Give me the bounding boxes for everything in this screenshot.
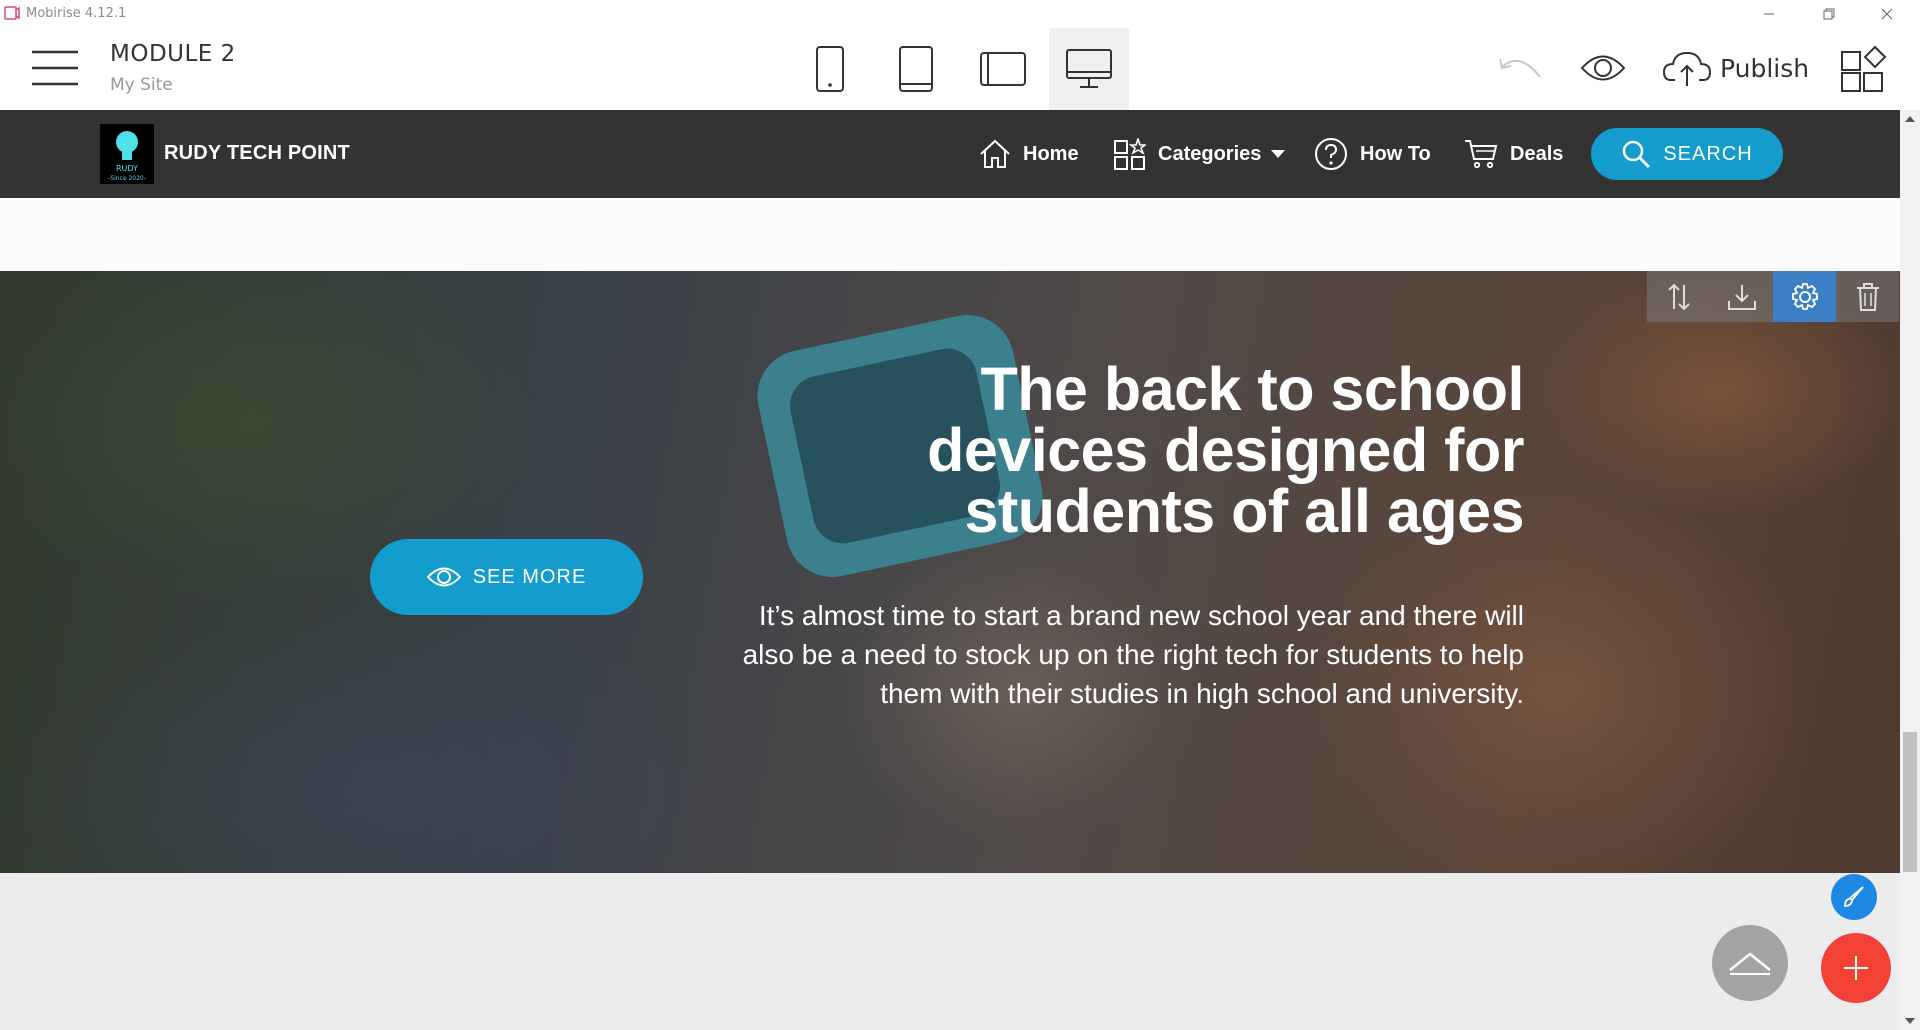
section-settings-button[interactable] [1773, 271, 1836, 322]
help-circle-icon [1315, 138, 1347, 170]
close-button[interactable] [1864, 0, 1910, 28]
preview-button[interactable] [1578, 48, 1628, 88]
move-updown-icon [1667, 283, 1690, 310]
phone-view-button[interactable] [790, 28, 870, 110]
publish-button[interactable] [1662, 48, 1712, 88]
window-titlebar: Mobirise 4.12.1 [0, 0, 1920, 28]
categories-icon [1114, 138, 1146, 170]
download-icon [1727, 284, 1756, 310]
scroll-up-arrow-icon[interactable] [1904, 114, 1916, 124]
restore-icon [1823, 8, 1835, 20]
hero-text[interactable]: It’s almost time to start a brand new sc… [716, 596, 1524, 713]
search-icon [1623, 140, 1651, 169]
scroll-down-arrow-icon[interactable] [1904, 1016, 1916, 1026]
see-more-button[interactable]: SEE MORE [370, 539, 643, 615]
brush-icon [1844, 886, 1864, 907]
undo-button[interactable] [1496, 48, 1546, 88]
publish-label[interactable]: Publish [1720, 54, 1809, 83]
site-brand-name[interactable]: RUDY TECH POINT [164, 142, 350, 165]
tablet-landscape-icon [980, 52, 1026, 86]
trash-icon [1856, 282, 1879, 311]
eye-icon [1580, 55, 1626, 81]
minimize-button[interactable] [1746, 0, 1792, 28]
restore-button[interactable] [1806, 0, 1852, 28]
desktop-icon [1066, 49, 1112, 88]
plus-icon [1844, 956, 1868, 980]
window-title: Mobirise 4.12.1 [26, 6, 127, 21]
hamburger-menu-icon[interactable] [32, 50, 78, 86]
hero-section[interactable]: The back to school devices designed for … [0, 271, 1900, 873]
site-search-button[interactable]: SEARCH [1591, 128, 1783, 180]
home-icon [980, 139, 1010, 168]
nav-label-how-to: How To [1360, 142, 1431, 165]
blocks-icon [1841, 46, 1887, 92]
mobirise-app-icon [4, 6, 20, 20]
search-label: SEARCH [1663, 142, 1753, 165]
nav-item-deals[interactable]: Deals [1464, 134, 1563, 174]
delete-section-button[interactable] [1836, 271, 1899, 322]
project-name[interactable]: MODULE 2 [110, 41, 236, 67]
lightbulb-logo-icon: RUDY -Since 2020- [108, 131, 146, 182]
nav-label-deals: Deals [1510, 142, 1564, 165]
see-more-label: SEE MORE [472, 565, 587, 588]
eye-icon [426, 567, 461, 587]
chevron-up-icon [1729, 952, 1771, 975]
section-toolbar [1647, 271, 1900, 322]
move-section-button[interactable] [1647, 271, 1710, 322]
nav-item-categories[interactable]: Categories [1114, 134, 1286, 174]
tablet-landscape-view-button[interactable] [963, 28, 1043, 110]
blocks-panel-button[interactable] [1840, 46, 1888, 92]
site-name[interactable]: My Site [110, 75, 173, 95]
nav-label-categories: Categories [1158, 142, 1262, 165]
nav-item-how-to[interactable]: How To [1314, 134, 1431, 174]
scrollbar-thumb[interactable] [1903, 732, 1917, 872]
editor-toolbar: MODULE 2 My Site Publish [0, 28, 1920, 110]
nav-item-home[interactable]: Home [979, 134, 1079, 174]
site-logo[interactable]: RUDY -Since 2020- [100, 124, 154, 184]
editor-canvas: RUDY -Since 2020- RUDY TECH POINT Home C… [0, 110, 1900, 1030]
site-styles-button[interactable] [1831, 874, 1877, 920]
minimize-icon [1764, 13, 1774, 15]
save-block-button[interactable] [1710, 271, 1773, 322]
spacer-section [0, 198, 1900, 271]
logo-text-line1: RUDY [116, 164, 138, 173]
hero-title[interactable]: The back to school devices designed for … [780, 359, 1524, 542]
vertical-scrollbar[interactable] [1900, 110, 1920, 1030]
cart-icon [1465, 140, 1498, 169]
nav-label-home: Home [1023, 142, 1079, 165]
close-icon [1881, 8, 1893, 20]
caret-down-icon [1271, 150, 1286, 158]
cloud-upload-icon [1663, 51, 1711, 86]
logo-text-line2: -Since 2020- [108, 175, 146, 182]
phone-icon [816, 46, 844, 92]
add-block-button[interactable] [1821, 933, 1891, 1003]
site-navbar: RUDY -Since 2020- RUDY TECH POINT Home C… [0, 110, 1900, 198]
gear-icon [1791, 282, 1818, 310]
tablet-icon [899, 46, 933, 92]
scroll-to-top-button[interactable] [1712, 925, 1788, 1001]
tablet-view-button[interactable] [876, 28, 956, 110]
desktop-view-button[interactable] [1049, 28, 1129, 110]
undo-icon [1499, 58, 1541, 78]
